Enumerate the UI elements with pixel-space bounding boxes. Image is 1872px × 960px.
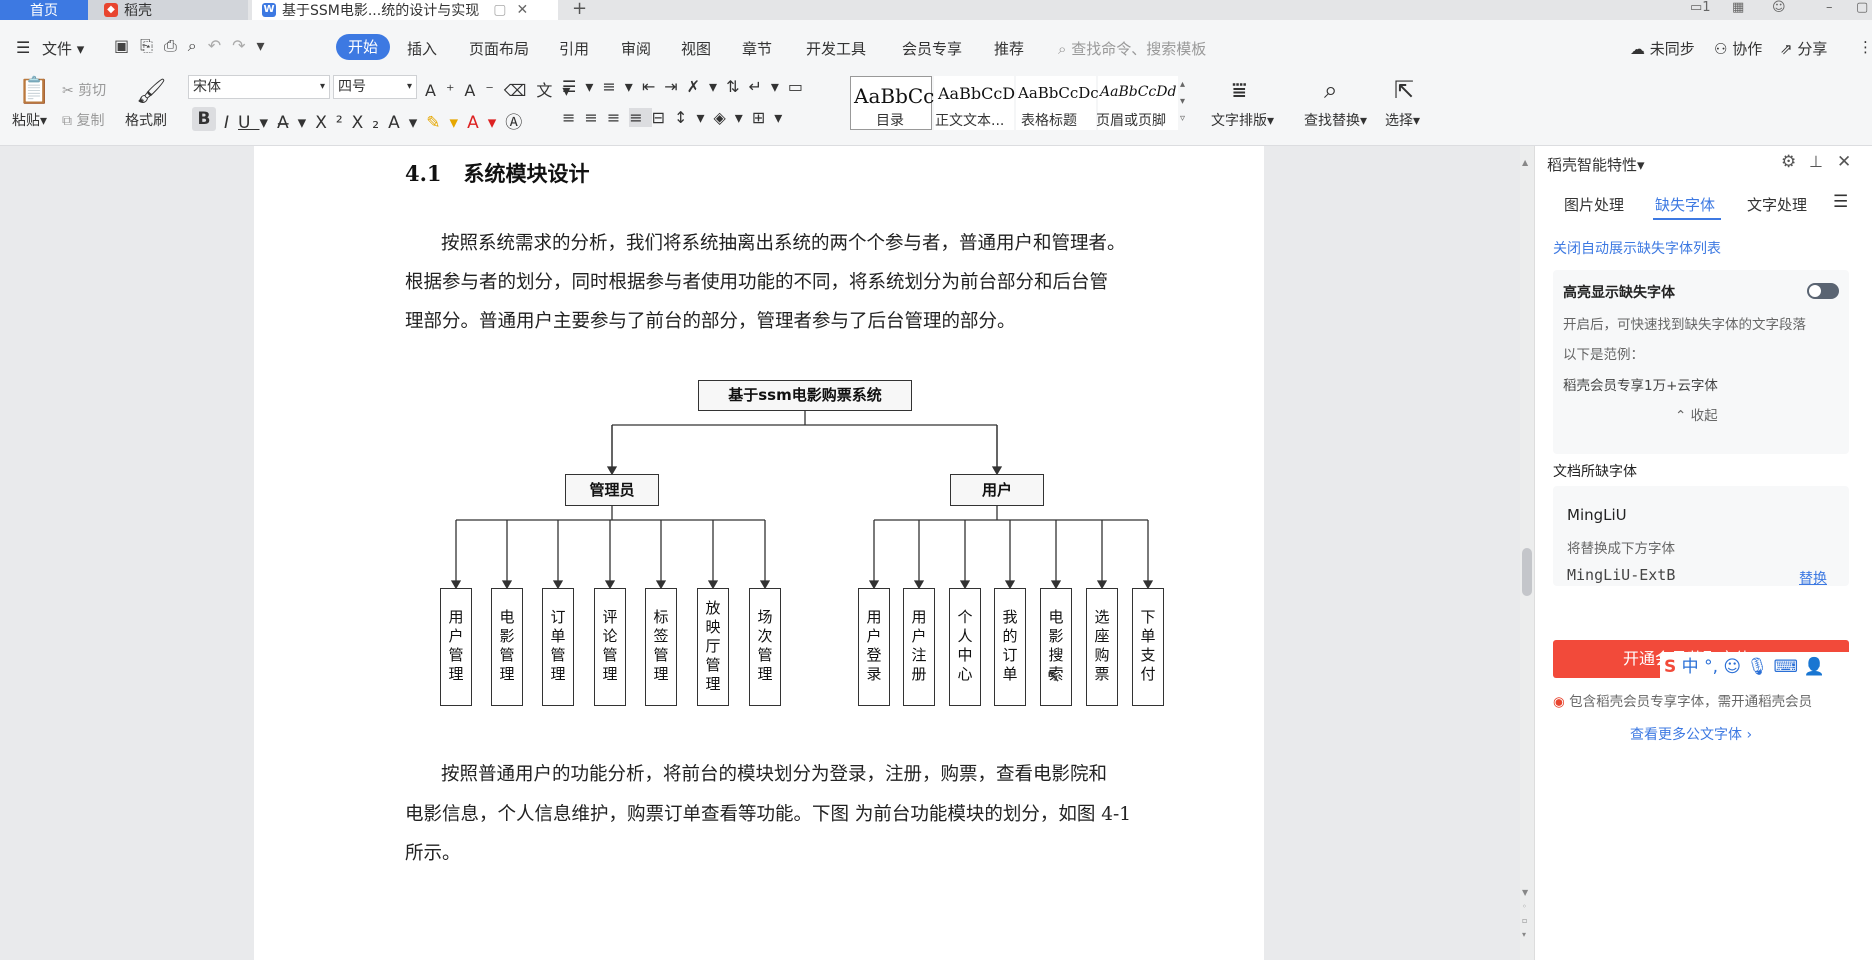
user-module-node: 用户注册 bbox=[903, 588, 935, 706]
highlight-title: 高亮显示缺失字体 bbox=[1563, 285, 1675, 301]
example-text: 稻壳会员专享1万+云字体 bbox=[1563, 378, 1718, 394]
panel-tab-text[interactable]: 文字处理 bbox=[1747, 194, 1807, 215]
settings-icon[interactable]: ⚙ bbox=[1781, 152, 1796, 172]
scrollbar-thumb[interactable] bbox=[1522, 548, 1532, 596]
document-scrollbar[interactable]: ▲ ▼ ◦ ▫ ▾ bbox=[1520, 146, 1534, 960]
smart-feature-panel: 稻壳智能特性▾ ⚙ ⊥ ✕ 图片处理 缺失字体 文字处理 ☰ 关闭自动展示缺失字… bbox=[1534, 146, 1872, 960]
connector-arrowhead bbox=[450, 580, 462, 590]
admin-module-node: 订单管理 bbox=[542, 588, 574, 706]
collapse-link[interactable]: ⌃ 收起 bbox=[1675, 404, 1718, 424]
replace-button[interactable]: 替换 bbox=[1799, 568, 1827, 588]
highlight-toggle[interactable] bbox=[1807, 283, 1839, 299]
connector-arrowhead bbox=[759, 580, 771, 590]
panel-tab-image[interactable]: 图片处理 bbox=[1564, 194, 1624, 215]
connector-arrowhead bbox=[604, 580, 616, 590]
connector-arrowhead bbox=[501, 580, 513, 590]
daoke-badge-icon: ◉ bbox=[1553, 694, 1565, 710]
pin-icon[interactable]: ⊥ bbox=[1809, 152, 1823, 171]
keyboard-icon: ⌨ bbox=[1773, 657, 1799, 677]
connector-arrowhead bbox=[913, 580, 925, 590]
admin-module-node: 评论管理 bbox=[594, 588, 626, 706]
emoji-icon: ☺ bbox=[1723, 657, 1742, 677]
connector-arrowhead bbox=[655, 580, 667, 590]
admin-module-node: 用户管理 bbox=[440, 588, 472, 706]
ime-mode-indicator: 中 bbox=[1681, 657, 1699, 677]
page-nav-icons[interactable]: ▼ ◦ ▫ ▾ bbox=[1522, 886, 1528, 942]
example-label: 以下是范例： bbox=[1563, 347, 1644, 363]
highlight-desc: 开启后，可快速找到缺失字体的文字段落 bbox=[1563, 317, 1806, 333]
connector-arrowhead bbox=[707, 580, 719, 590]
user-module-node: 选座购票 bbox=[1086, 588, 1118, 706]
user-module-node: 个人中心 bbox=[949, 588, 981, 706]
sogou-logo-icon: S bbox=[1664, 657, 1677, 677]
scroll-up-icon[interactable]: ▲ bbox=[1522, 158, 1528, 167]
connector-arrowhead bbox=[1050, 580, 1062, 590]
voice-icon: 🎙 bbox=[1746, 657, 1769, 677]
diagram-admin-node: 管理员 bbox=[565, 474, 659, 506]
replace-hint: 将替换成下方字体 bbox=[1567, 541, 1675, 557]
punctuation-icon: °, bbox=[1704, 657, 1718, 677]
user-module-node: 下单支付 bbox=[1132, 588, 1164, 706]
close-auto-show-link[interactable]: 关闭自动展示缺失字体列表 bbox=[1553, 238, 1721, 258]
panel-title[interactable]: 稻壳智能特性▾ bbox=[1547, 154, 1645, 175]
panel-tab-missing-font[interactable]: 缺失字体 bbox=[1655, 194, 1715, 215]
user-module-node: 用户登录 bbox=[858, 588, 890, 706]
connector-arrowhead bbox=[959, 580, 971, 590]
diagram-user-node: 用户 bbox=[950, 474, 1044, 506]
vip-note: ◉ 包含稻壳会员专享字体，需开通稻壳会员 bbox=[1553, 694, 1813, 710]
user-module-node: 我的订单 bbox=[994, 588, 1026, 706]
paragraph-2-line-3: 所示。 bbox=[405, 843, 461, 864]
panel-close-icon[interactable]: ✕ bbox=[1837, 152, 1851, 172]
diagram-root-node: 基于ssm电影购票系统 bbox=[698, 380, 912, 411]
missing-font-name: MingLiU bbox=[1567, 506, 1627, 524]
panel-menu-icon[interactable]: ☰ bbox=[1833, 192, 1848, 212]
admin-module-node: 场次管理 bbox=[749, 588, 781, 706]
more-fonts-link[interactable]: 查看更多公文字体 › bbox=[1630, 724, 1752, 744]
replacement-font-name: MingLiU-ExtB bbox=[1567, 566, 1676, 584]
connector-arrowhead bbox=[1142, 580, 1154, 590]
mouse-cursor-icon: ↖ bbox=[1046, 666, 1062, 687]
admin-module-node: 电影管理 bbox=[491, 588, 523, 706]
connector-arrowhead bbox=[552, 580, 564, 590]
ime-toolbar[interactable]: S 中 °, ☺ 🎙 ⌨ 👤 bbox=[1660, 652, 1872, 682]
active-tab-indicator bbox=[1653, 218, 1721, 220]
user-icon: 👤 bbox=[1803, 657, 1825, 677]
user-module-node: 电影搜索 bbox=[1040, 588, 1072, 706]
chevron-up-icon: ⌃ bbox=[1675, 408, 1687, 424]
missing-fonts-title: 文档所缺字体 bbox=[1553, 464, 1637, 480]
admin-module-node: 放映厅管理 bbox=[697, 588, 729, 706]
paragraph-2-line-2: 电影信息，个人信息维护，购票订单查看等功能。下图 为前台功能模块的划分，如图 4… bbox=[405, 804, 1132, 825]
connector-arrowhead bbox=[868, 580, 880, 590]
admin-module-node: 标签管理 bbox=[645, 588, 677, 706]
connector-arrowhead bbox=[1004, 580, 1016, 590]
connector-arrowhead bbox=[606, 466, 618, 476]
connector-arrowhead bbox=[991, 466, 1003, 476]
connector-arrowhead bbox=[1096, 580, 1108, 590]
paragraph-2-line-1: 按照普通用户的功能分析，将前台的模块划分为登录，注册，购票，查看电影院和 bbox=[441, 764, 1108, 785]
